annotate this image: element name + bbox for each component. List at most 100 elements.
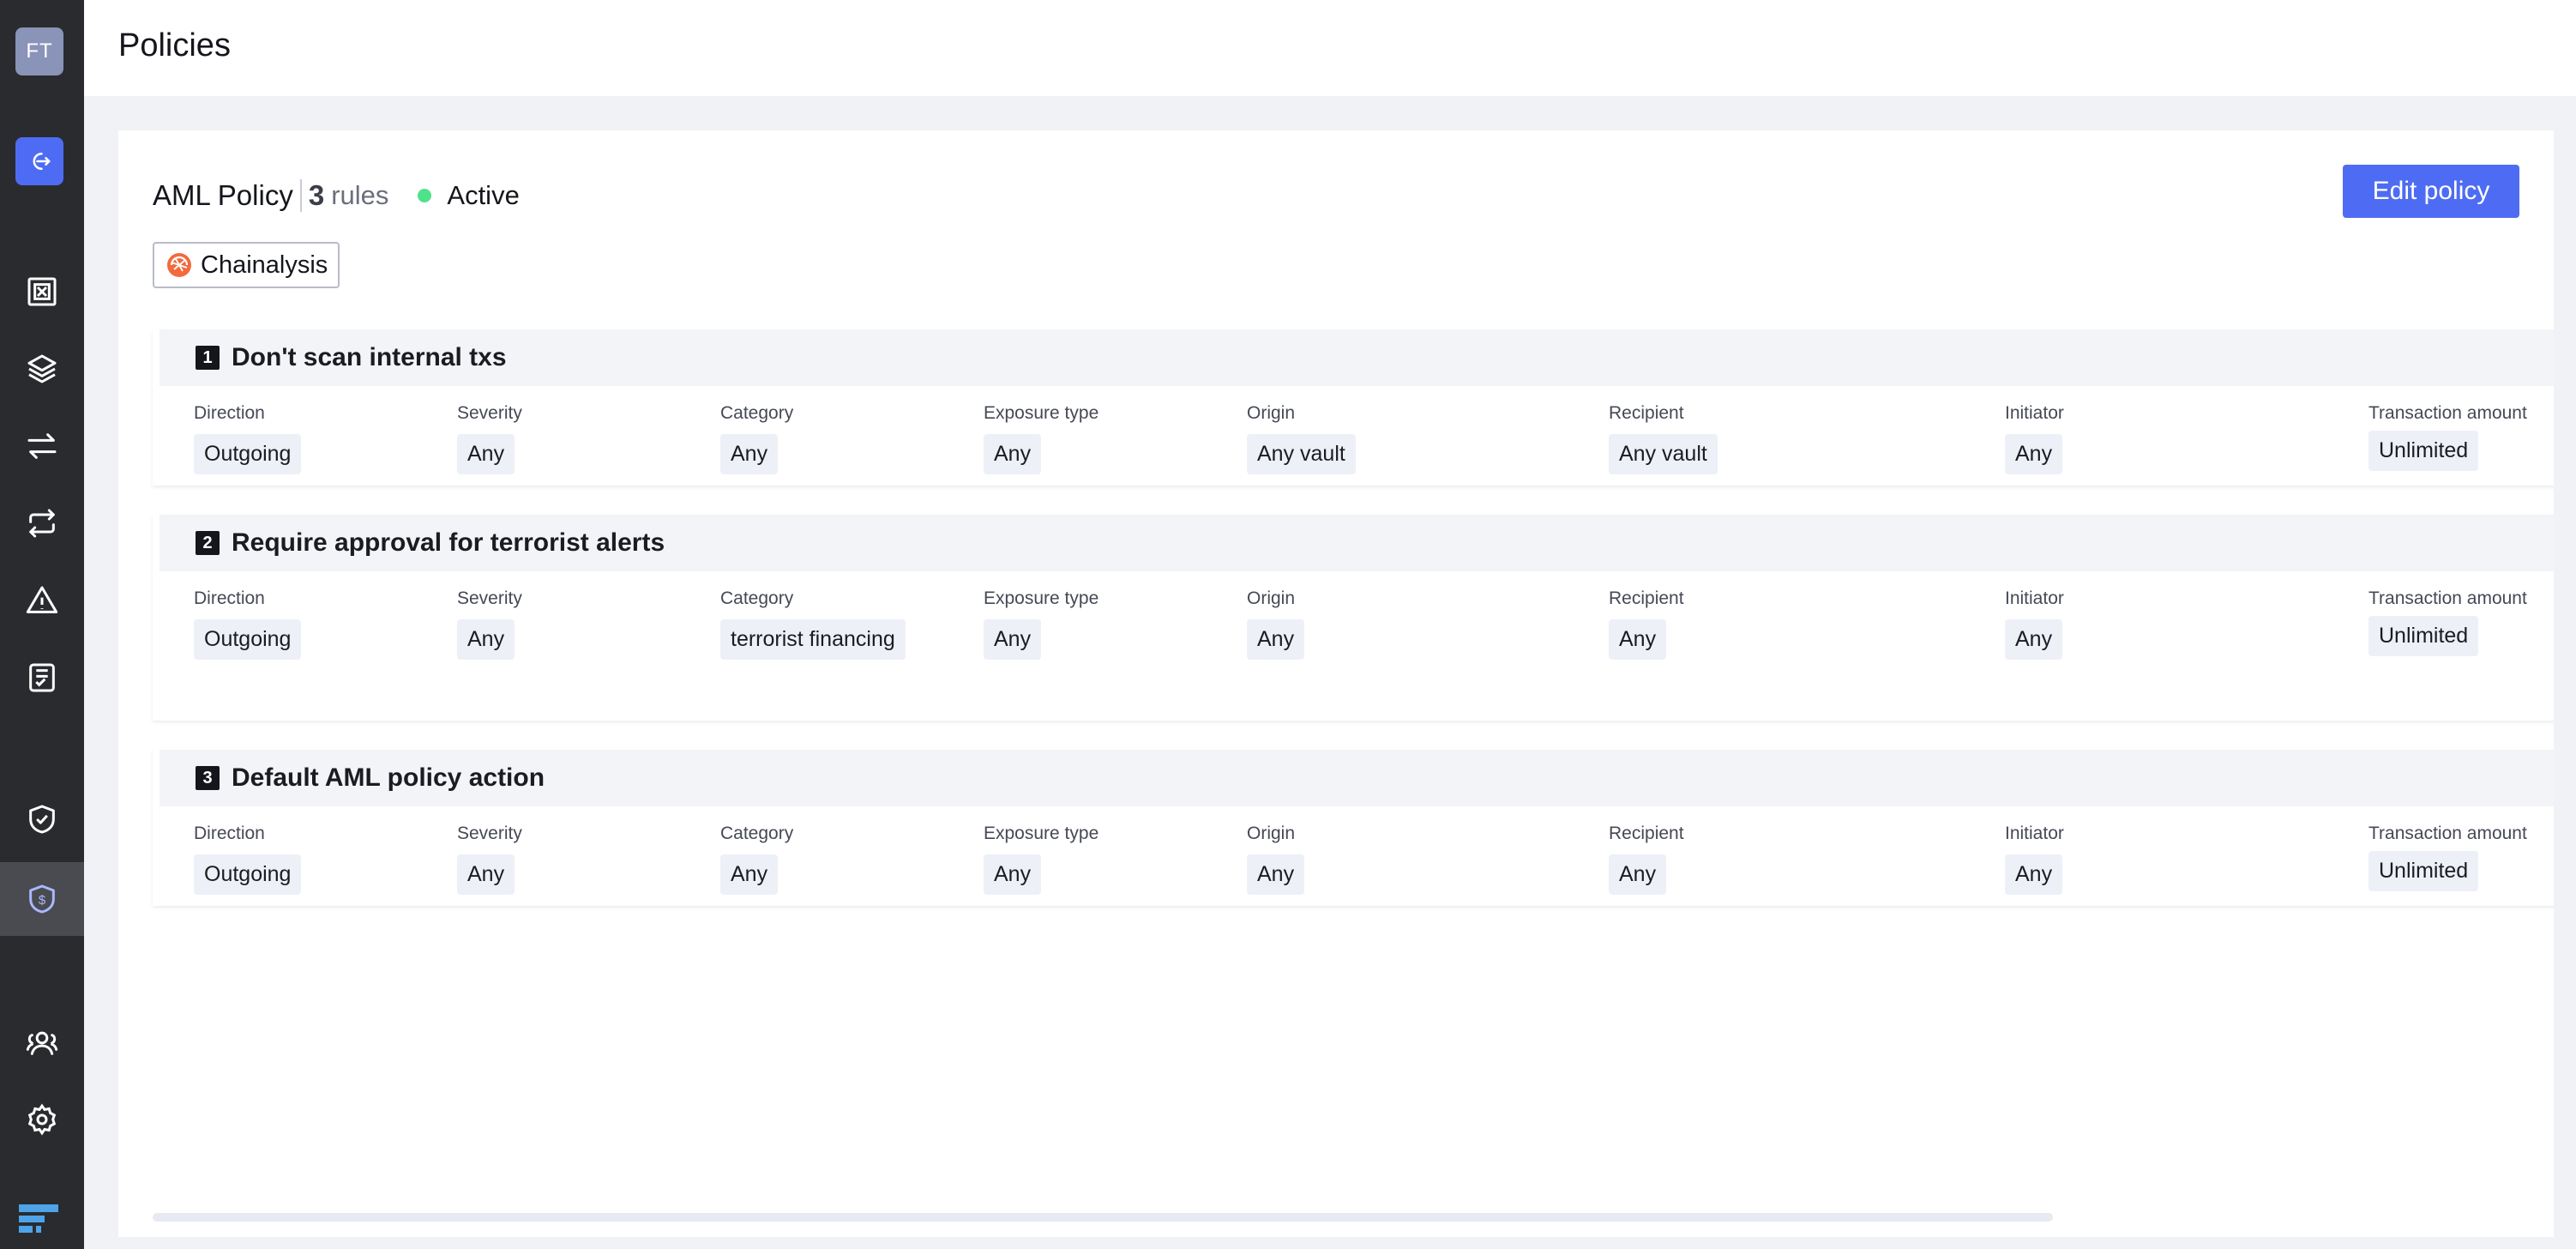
nav-exchange[interactable] (0, 489, 84, 558)
field-label: Exposure type (984, 588, 1099, 608)
divider (299, 179, 302, 212)
field-severity: Severity Any (457, 403, 522, 474)
field-label: Initiator (2005, 824, 2064, 843)
field-label: Category (720, 403, 794, 423)
field-value: Any (457, 619, 515, 660)
brand-logo-icon (19, 1204, 58, 1233)
field-value: Any (984, 619, 1042, 660)
nav-assets[interactable] (0, 335, 84, 403)
field-direction: Direction Outgoing (194, 588, 302, 660)
field-severity: Severity Any (457, 588, 522, 660)
field-label: Severity (457, 824, 522, 843)
field-exposure-type: Exposure type Any (984, 588, 1098, 660)
rule-title: Don't scan internal txs (232, 343, 507, 371)
field-value: Any (2005, 619, 2063, 660)
vault-icon (27, 277, 57, 306)
field-value: Any vault (1247, 434, 1356, 474)
field-value: Unlimited (2368, 616, 2479, 656)
sidebar: FT $ (0, 0, 84, 1249)
field-label: Severity (457, 403, 522, 423)
ledger-icon (29, 663, 55, 692)
field-label: Direction (194, 588, 265, 608)
field-value: Any (1609, 619, 1667, 660)
nav-settings[interactable] (0, 1085, 84, 1154)
nav-alerts[interactable] (0, 566, 84, 635)
nav-aml-policy[interactable]: $ (0, 862, 84, 936)
field-value: Any (457, 854, 515, 895)
users-icon (26, 1031, 58, 1055)
provider-name: Chainalysis (201, 250, 328, 279)
field-label: Category (720, 588, 794, 608)
field-value: Any (1609, 854, 1667, 895)
rule-number: 2 (196, 531, 220, 555)
exit-button[interactable] (15, 137, 63, 185)
avatar[interactable]: FT (15, 27, 63, 75)
edit-policy-button[interactable]: Edit policy (2343, 165, 2519, 218)
rule-card[interactable]: 2 Require approval for terrorist alerts … (153, 515, 2554, 721)
field-value: Any (984, 854, 1042, 895)
rule-card[interactable]: 3 Default AML policy action Direction Out… (153, 750, 2554, 906)
rule-card[interactable]: 1 Don't scan internal txs Direction Outgo… (153, 329, 2554, 486)
field-direction: Direction Outgoing (194, 824, 302, 895)
field-transaction-amount: Transaction amount Unlimited (2368, 403, 2527, 471)
field-label: Transaction amount (2368, 824, 2527, 843)
field-transaction-amount: Transaction amount Unlimited (2368, 824, 2527, 891)
nav-transfers[interactable] (0, 412, 84, 480)
field-value: Any (2005, 854, 2063, 895)
field-value: Any (457, 434, 515, 474)
field-value: Unlimited (2368, 431, 2479, 471)
field-label: Recipient (1609, 588, 1684, 608)
field-label: Exposure type (984, 403, 1099, 423)
field-transaction-amount: Transaction amount Unlimited (2368, 588, 2527, 656)
policy-name: AML Policy (153, 179, 293, 211)
field-value: Any (720, 434, 779, 474)
policy-header: AML Policy 3 rules Active (153, 175, 520, 216)
field-value: Any (984, 434, 1042, 474)
page-title: Policies (118, 27, 231, 63)
field-origin: Origin Any vault (1247, 403, 1356, 474)
nav-ledger[interactable] (0, 643, 84, 712)
chainalysis-logo-icon (167, 253, 191, 277)
nav-policies[interactable] (0, 785, 84, 854)
field-label: Recipient (1609, 824, 1684, 843)
horizontal-scrollbar[interactable] (153, 1213, 2053, 1222)
field-label: Transaction amount (2368, 403, 2527, 423)
transfer-icon (27, 433, 57, 459)
field-direction: Direction Outgoing (194, 403, 302, 474)
field-value: Outgoing (194, 854, 302, 895)
status-badge: Active (447, 180, 520, 210)
field-label: Transaction amount (2368, 588, 2527, 608)
exit-icon (33, 153, 51, 170)
field-value: Unlimited (2368, 851, 2479, 891)
field-exposure-type: Exposure type Any (984, 824, 1098, 895)
svg-text:$: $ (39, 893, 46, 908)
field-value: terrorist financing (720, 619, 906, 660)
field-exposure-type: Exposure type Any (984, 403, 1098, 474)
field-recipient: Recipient Any (1609, 824, 1684, 895)
alert-icon (26, 586, 58, 613)
field-label: Severity (457, 588, 522, 608)
field-label: Category (720, 824, 794, 843)
rule-title: Require approval for terrorist alerts (232, 528, 665, 557)
field-value: Any (1247, 619, 1305, 660)
settings-icon (27, 1103, 57, 1136)
nav-users[interactable] (0, 1008, 84, 1077)
status-dot-icon (418, 189, 432, 202)
field-label: Direction (194, 824, 265, 843)
rule-count-label: rules (331, 180, 389, 210)
field-label: Initiator (2005, 403, 2064, 423)
rule-title-bar: 1 Don't scan internal txs (159, 329, 2554, 386)
field-label: Origin (1247, 824, 1296, 843)
rule-title-bar: 2 Require approval for terrorist alerts (159, 515, 2554, 571)
field-label: Initiator (2005, 588, 2064, 608)
field-value: Any vault (1609, 434, 1718, 474)
page-header: Policies (84, 0, 2576, 96)
field-category: Category Any (720, 824, 793, 895)
nav-vaults[interactable] (0, 257, 84, 326)
field-recipient: Recipient Any vault (1609, 403, 1718, 474)
rule-title: Default AML policy action (232, 763, 545, 792)
rule-number: 3 (196, 766, 220, 790)
field-severity: Severity Any (457, 824, 522, 895)
layers-icon (27, 354, 57, 383)
field-initiator: Initiator Any (2005, 403, 2064, 474)
